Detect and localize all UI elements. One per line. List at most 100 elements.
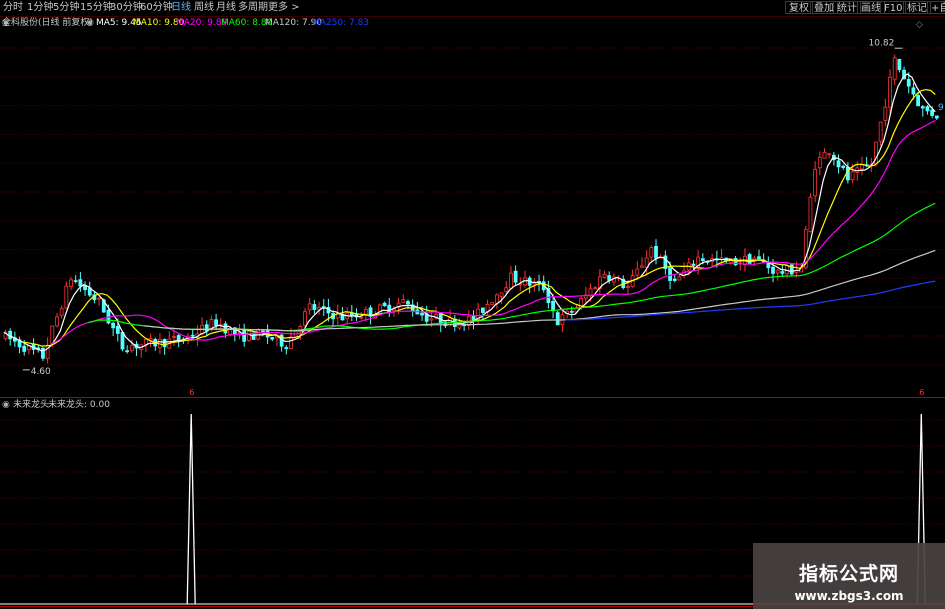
signal-spike [186,413,196,605]
candle-down [569,310,574,313]
candle-down [930,109,935,116]
candle-down [780,271,785,274]
candle-up [429,318,434,321]
kline-chart[interactable]: 10.82 4.60 9 ◇ 6 6 [0,0,945,609]
candle-down [747,254,752,264]
indicator-legend: ◉ 未来龙头 未来龙头: 0.00 [0,399,945,412]
candle-down [111,322,116,329]
candle-down [920,106,925,109]
signal-marker: 6 [919,388,924,397]
candle-down [555,312,560,326]
candle-up [246,331,251,341]
candle-down [406,301,410,305]
candle-down [691,263,696,266]
candle-down [223,323,228,334]
candle-down [916,95,920,107]
candle-down [766,262,771,269]
signal-marker: 6 [189,388,194,397]
candle-down [190,334,195,337]
candle-down [700,258,705,262]
candle-up [494,294,499,304]
candle-down [836,160,841,168]
ma5-line [3,73,936,352]
candle-down [831,154,836,161]
candle-up [59,308,64,316]
candle-down [897,58,902,71]
candle-down [270,337,275,340]
candle-up [892,57,897,80]
candle-down [841,165,846,168]
candle-up [307,303,312,311]
candle-up [97,297,101,300]
candle-down [242,330,247,342]
indicator-settings-icon[interactable]: ◉ [2,399,10,412]
candle-up [677,276,682,281]
candle-up [808,196,813,232]
candle-down [654,245,658,259]
candle-up [143,339,148,345]
candle-up [850,171,855,181]
right-edge-price: 9 [938,103,944,113]
candle-down [480,307,485,313]
candle-up [626,286,630,288]
candle-up [649,247,654,258]
candle-down [176,335,181,342]
candle-down [382,302,387,307]
candle-down [789,264,794,275]
candle-down [120,332,125,350]
candle-up [490,302,495,305]
candle-down [551,300,555,312]
candle-up [359,316,364,319]
candle-down [925,106,930,112]
watermark-title: 指标公式网 [798,563,899,585]
candle-down [513,270,518,283]
candle-up [499,292,504,297]
candle-down [757,256,761,259]
candle-up [69,279,73,287]
candle-up [289,336,293,349]
candle-up [878,121,883,142]
ma120-line [144,249,936,332]
candle-up [303,311,307,326]
indicator-name: 未来龙头 [13,400,50,410]
candle-up [817,156,822,169]
candle-up [860,164,864,170]
candle-down [668,267,672,281]
candle-up [64,285,69,309]
candle-down [22,345,27,352]
candle-down [672,278,677,281]
candle-up [593,287,598,290]
candle-down [934,115,939,119]
candle-down [73,280,78,282]
watermark: 指标公式网 www.zbgs3.com [753,543,945,609]
high-price-label: 10.82 [869,39,895,49]
candle-up [401,299,406,303]
candle-up [509,272,513,289]
candle-down [312,304,317,310]
candle-down [771,266,775,274]
candle-down [214,319,219,326]
candle-down [906,78,911,87]
low-price-label: 4.60 [31,367,51,377]
candle-down [162,338,167,348]
candle-up [55,316,59,327]
candle-up [775,269,780,274]
candle-up [504,287,509,292]
ma60-line [88,202,936,332]
ma20-line [50,119,936,345]
watermark-url: www.zbgs3.com [794,589,904,603]
candle-down [284,347,289,350]
diamond-icon: ◇ [916,20,923,30]
candle-up [602,273,607,278]
candle-down [78,279,83,287]
candle-down [115,325,120,334]
indicator-value: 未来龙头: 0.00 [48,400,110,410]
candle-down [420,312,424,316]
candle-up [822,151,827,159]
candle-up [813,168,818,197]
candle-up [785,264,789,274]
candle-up [635,268,640,276]
candle-up [827,153,832,156]
candle-up [172,336,176,338]
candle-up [640,265,644,268]
